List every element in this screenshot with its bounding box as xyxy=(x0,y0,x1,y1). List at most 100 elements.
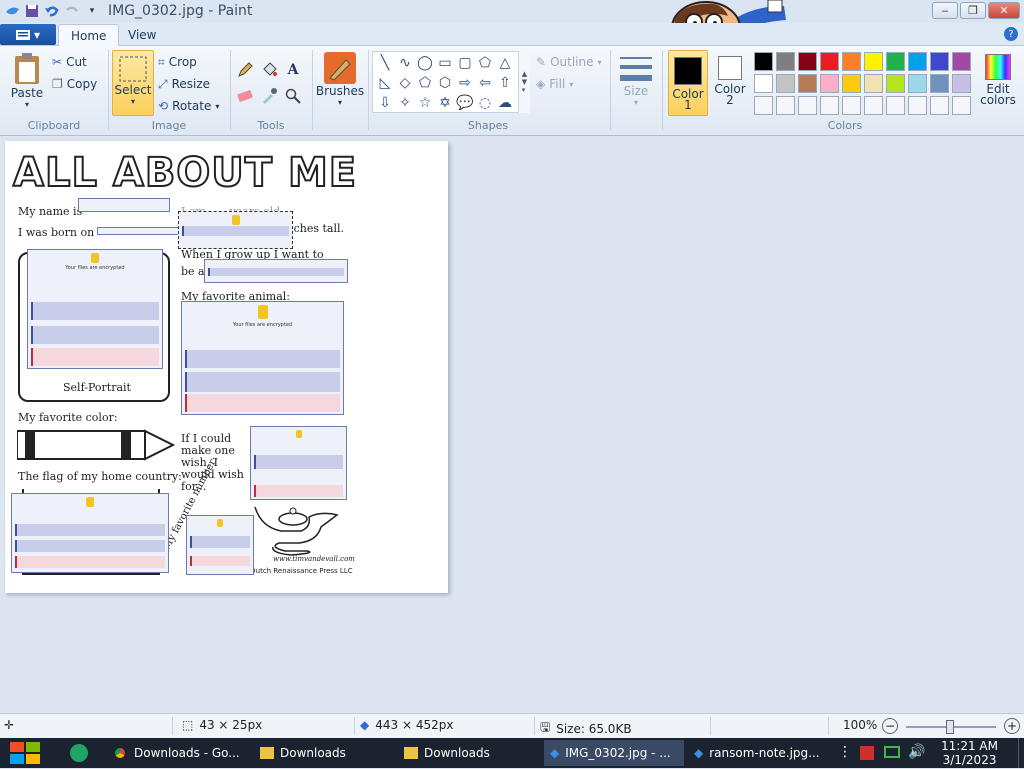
tab-home[interactable]: Home xyxy=(58,24,120,46)
taskbar-item-downloads-2[interactable]: Downloads xyxy=(398,740,534,766)
selected-pasted-thumbnail[interactable] xyxy=(178,211,293,249)
down-arrow-shape-icon[interactable]: ⇩ xyxy=(375,93,395,113)
help-icon[interactable]: ? xyxy=(1004,27,1018,41)
volume-icon[interactable]: 🔊 xyxy=(908,744,925,760)
palette-color-swatch[interactable] xyxy=(930,52,949,71)
palette-color-swatch[interactable] xyxy=(908,74,927,93)
copy-button[interactable]: ❐ Copy xyxy=(52,74,97,94)
maximize-button[interactable]: ❐ xyxy=(960,2,986,19)
brushes-button[interactable]: Brushes ▾ xyxy=(316,52,364,107)
taskbar-item-downloads-1[interactable]: Downloads xyxy=(254,740,390,766)
redo-icon[interactable] xyxy=(64,3,80,19)
custom-color-slot[interactable] xyxy=(864,96,883,115)
canvas-area[interactable]: ALL ABOUT ME My name is I am ___ years o… xyxy=(0,137,1024,713)
palette-color-swatch[interactable] xyxy=(820,74,839,93)
rotate-button[interactable]: ⟲ Rotate ▾ xyxy=(158,96,219,116)
rectangle-shape-icon[interactable]: ▭ xyxy=(435,53,455,73)
six-point-star-shape-icon[interactable]: ✡ xyxy=(435,93,455,113)
callout-shape-icon[interactable]: 💬 xyxy=(455,93,475,113)
tab-view[interactable]: View xyxy=(116,24,168,46)
custom-color-slot[interactable] xyxy=(798,96,817,115)
palette-color-swatch[interactable] xyxy=(952,52,971,71)
palette-color-swatch[interactable] xyxy=(776,74,795,93)
undo-icon[interactable] xyxy=(44,3,60,19)
pencil-icon[interactable] xyxy=(234,60,256,80)
right-triangle-shape-icon[interactable]: ◺ xyxy=(375,73,395,93)
cut-button[interactable]: ✂ Cut xyxy=(52,52,87,72)
diamond-shape-icon[interactable]: ◇ xyxy=(395,73,415,93)
zoom-slider-thumb[interactable] xyxy=(946,720,954,734)
hexagon-shape-icon[interactable]: ⬡ xyxy=(435,73,455,93)
left-arrow-shape-icon[interactable]: ⇦ xyxy=(475,73,495,93)
fill-bucket-icon[interactable] xyxy=(258,60,280,80)
eraser-icon[interactable] xyxy=(234,86,256,106)
polygon-shape-icon[interactable]: ⬠ xyxy=(475,53,495,73)
four-point-star-shape-icon[interactable]: ✧ xyxy=(395,93,415,113)
palette-color-swatch[interactable] xyxy=(776,52,795,71)
pentagon-shape-icon[interactable]: ⬠ xyxy=(415,73,435,93)
magnifier-icon[interactable] xyxy=(282,86,304,106)
oval-shape-icon[interactable]: ◯ xyxy=(415,53,435,73)
outline-button[interactable]: ✎ Outline ▾ xyxy=(536,52,602,72)
rounded-rectangle-shape-icon[interactable]: ▢ xyxy=(455,53,475,73)
zoom-out-button[interactable]: − xyxy=(882,718,898,734)
color1-button[interactable]: Color 1 xyxy=(668,50,708,116)
text-tool-icon[interactable]: A xyxy=(282,60,304,80)
zoom-slider[interactable] xyxy=(906,720,996,734)
up-arrow-shape-icon[interactable]: ⇧ xyxy=(495,73,515,93)
taskbar-item-chrome[interactable]: Downloads - Go... xyxy=(106,740,246,766)
palette-color-swatch[interactable] xyxy=(886,52,905,71)
palette-color-swatch[interactable] xyxy=(864,74,883,93)
line-shape-icon[interactable]: ╲ xyxy=(375,53,395,73)
save-icon[interactable] xyxy=(24,3,40,19)
color-picker-icon[interactable] xyxy=(258,86,280,106)
palette-color-swatch[interactable] xyxy=(798,52,817,71)
select-button[interactable]: Select ▾ xyxy=(112,50,154,116)
five-point-star-shape-icon[interactable]: ☆ xyxy=(415,93,435,113)
minimize-button[interactable]: ‒ xyxy=(932,2,958,19)
palette-color-swatch[interactable] xyxy=(820,52,839,71)
canvas-image[interactable]: ALL ABOUT ME My name is I am ___ years o… xyxy=(5,141,448,593)
start-button[interactable] xyxy=(8,740,42,766)
custom-color-slot[interactable] xyxy=(820,96,839,115)
network-icon[interactable] xyxy=(884,746,900,758)
crop-button[interactable]: ⌗ Crop xyxy=(158,52,197,72)
fill-button[interactable]: ◈ Fill ▾ xyxy=(536,74,573,94)
right-arrow-shape-icon[interactable]: ⇨ xyxy=(455,73,475,93)
paste-button[interactable]: Paste ▾ xyxy=(6,52,48,109)
custom-color-slot[interactable] xyxy=(842,96,861,115)
palette-color-swatch[interactable] xyxy=(798,74,817,93)
cloud-callout-shape-icon[interactable]: ☁ xyxy=(495,93,515,113)
oval-callout-shape-icon[interactable]: ◌ xyxy=(475,93,495,113)
system-clock[interactable]: 11:21 AM 3/1/2023 xyxy=(941,739,998,767)
resize-button[interactable]: ⤢ Resize xyxy=(158,74,210,94)
custom-color-slot[interactable] xyxy=(952,96,971,115)
size-button[interactable]: Size ▾ xyxy=(616,54,656,107)
triangle-shape-icon[interactable]: △ xyxy=(495,53,515,73)
palette-color-swatch[interactable] xyxy=(754,52,773,71)
customize-toolbar-icon[interactable]: ▾ xyxy=(84,3,100,19)
taskbar-item-paint-img[interactable]: ◆ IMG_0302.jpg - ... xyxy=(544,740,684,766)
custom-color-slot[interactable] xyxy=(930,96,949,115)
edit-colors-button[interactable]: Edit colors xyxy=(976,54,1020,106)
custom-color-slot[interactable] xyxy=(886,96,905,115)
close-button[interactable]: ✕ xyxy=(988,2,1020,19)
palette-color-swatch[interactable] xyxy=(842,52,861,71)
shapes-scrollbar[interactable]: ▲ ▼ ▾ xyxy=(518,51,530,113)
file-menu-button[interactable]: ▾ xyxy=(0,24,56,45)
palette-color-swatch[interactable] xyxy=(908,52,927,71)
custom-color-slot[interactable] xyxy=(754,96,773,115)
palette-color-swatch[interactable] xyxy=(886,74,905,93)
custom-color-slot[interactable] xyxy=(776,96,795,115)
paint-app-icon[interactable] xyxy=(4,3,20,19)
flag-icon[interactable] xyxy=(860,746,874,760)
palette-color-swatch[interactable] xyxy=(754,74,773,93)
palette-color-swatch[interactable] xyxy=(952,74,971,93)
show-desktop-button[interactable] xyxy=(1018,738,1024,768)
palette-color-swatch[interactable] xyxy=(864,52,883,71)
taskbar-item-paint-ransom[interactable]: ◆ ransom-note.jpg... xyxy=(688,740,828,766)
palette-color-swatch[interactable] xyxy=(930,74,949,93)
color2-button[interactable]: Color 2 xyxy=(710,56,750,106)
zoom-in-button[interactable]: + xyxy=(1004,718,1020,734)
palette-color-swatch[interactable] xyxy=(842,74,861,93)
